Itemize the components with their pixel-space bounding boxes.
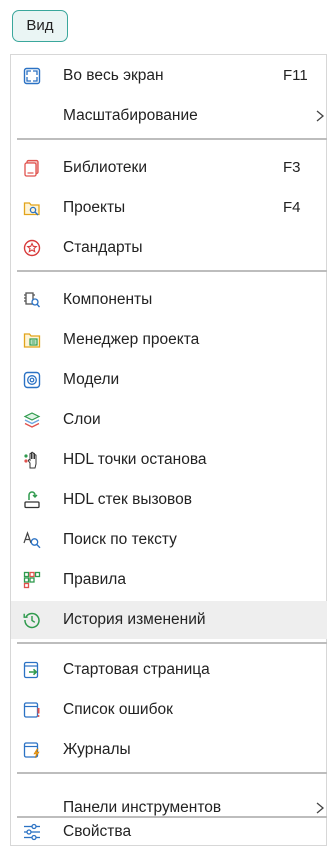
menu-item-label: Слои	[63, 411, 101, 428]
menu-item-libraries[interactable]: Библиотеки F3	[11, 149, 327, 187]
menu-item-properties[interactable]: Свойства	[11, 817, 327, 847]
menu-item-label: Компоненты	[63, 291, 153, 308]
menu-item-fullscreen[interactable]: Во весь экран F11	[11, 57, 327, 95]
project-manager-icon	[23, 331, 41, 349]
menu-item-layers[interactable]: Слои	[11, 401, 327, 439]
history-icon	[23, 611, 41, 629]
view-dropdown-menu: Во весь экран F11 Масштабирование Библио…	[10, 54, 327, 846]
shortcut-label: F3	[283, 159, 301, 176]
menu-item-label: Библиотеки	[63, 159, 147, 176]
menu-item-text-search[interactable]: Поиск по тексту	[11, 521, 327, 559]
menu-item-components[interactable]: Компоненты	[11, 281, 327, 319]
menu-item-hdl-breakpoints[interactable]: HDL точки останова	[11, 441, 327, 479]
shortcut-label: F11	[283, 67, 308, 84]
menu-item-projects[interactable]: Проекты F4	[11, 189, 327, 227]
menu-item-label: HDL точки останова	[63, 451, 207, 468]
menu-item-start-page[interactable]: Стартовая страница	[11, 651, 327, 689]
menu-item-rules[interactable]: Правила	[11, 561, 327, 599]
menu-item-standards[interactable]: Стандарты	[11, 229, 327, 267]
rules-icon	[23, 571, 41, 589]
menu-item-zoom[interactable]: Масштабирование	[11, 97, 327, 135]
breakpoints-icon	[23, 451, 41, 469]
menu-item-models[interactable]: Модели	[11, 361, 327, 399]
view-menu-button[interactable]: Вид	[12, 10, 68, 42]
layers-icon	[23, 411, 41, 429]
shortcut-label: F4	[283, 199, 301, 216]
menu-item-label: Панели инструментов	[63, 799, 222, 816]
text-search-icon	[23, 531, 41, 549]
menu-item-error-list[interactable]: Список ошибок	[11, 691, 327, 729]
menu-item-label: Во весь экран	[63, 67, 164, 84]
menu-item-label: Журналы	[63, 741, 131, 758]
menu-item-label: Правила	[63, 571, 126, 588]
menu-item-label: Менеджер проекта	[63, 331, 200, 348]
menu-item-label: Свойства	[63, 823, 132, 840]
menu-item-label: Поиск по тексту	[63, 531, 177, 548]
error-list-icon	[23, 701, 41, 719]
menu-item-label: Масштабирование	[63, 107, 198, 124]
call-stack-icon	[23, 491, 41, 509]
menu-item-label: Модели	[63, 371, 120, 388]
chevron-right-icon	[314, 801, 326, 815]
start-page-icon	[23, 661, 41, 679]
models-icon	[23, 371, 41, 389]
menu-item-label: HDL стек вызовов	[63, 491, 192, 508]
menu-item-history[interactable]: История изменений	[11, 601, 327, 639]
menu-separator	[17, 270, 327, 272]
menu-item-project-manager[interactable]: Менеджер проекта	[11, 321, 327, 359]
menu-item-hdl-call-stack[interactable]: HDL стек вызовов	[11, 481, 327, 519]
logs-icon	[23, 741, 41, 759]
menu-item-label: Стартовая страница	[63, 661, 210, 678]
menu-item-label: Список ошибок	[63, 701, 173, 718]
menu-separator	[17, 642, 327, 644]
standards-icon	[23, 239, 41, 257]
menu-item-label: Стандарты	[63, 239, 143, 256]
chevron-right-icon	[314, 109, 326, 123]
libraries-icon	[23, 159, 41, 177]
menu-item-label: История изменений	[63, 611, 206, 628]
fullscreen-icon	[23, 67, 41, 85]
projects-icon	[23, 199, 41, 217]
components-icon	[23, 291, 41, 309]
menu-item-toolbars[interactable]: Панели инструментов	[11, 763, 327, 816]
menu-separator	[17, 138, 327, 140]
menu-item-label: Проекты	[63, 199, 126, 216]
properties-icon	[23, 823, 41, 841]
